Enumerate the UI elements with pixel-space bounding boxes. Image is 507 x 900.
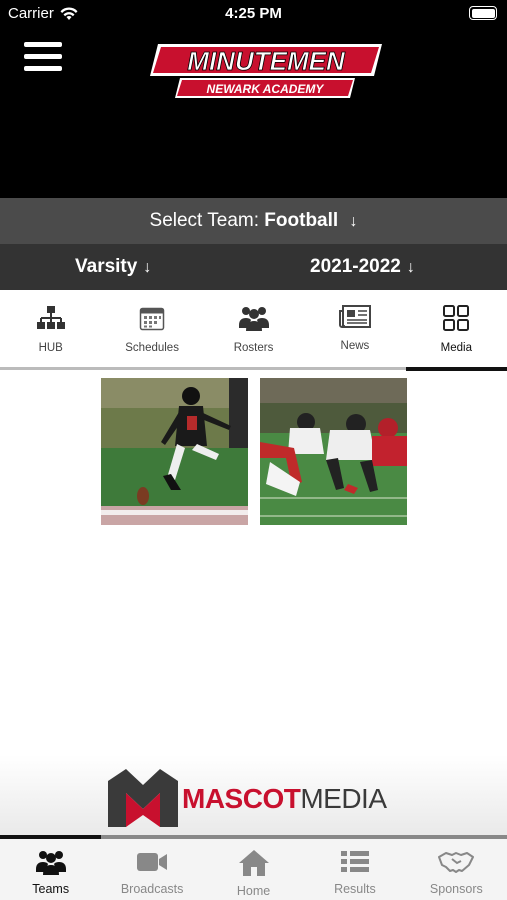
nav-label: Results [334,882,376,896]
team-selector-prefix: Select Team: [149,210,260,231]
nav-results[interactable]: Results [304,839,405,900]
logo-subtitle: NEWARK ACADEMY [207,82,325,96]
arrow-down-icon: ↓ [406,259,415,276]
tab-label: Rosters [233,342,274,354]
people-icon [238,307,269,331]
home-icon [238,850,269,876]
media-photo-kicker[interactable] [101,378,248,525]
nav-label: Broadcasts [120,882,184,896]
battery-icon [469,6,497,20]
tab-label: News [340,340,370,352]
sponsor-name-part1: MASCOT [182,783,301,814]
tab-label: Schedules [125,342,179,354]
calendar-icon [139,307,165,331]
clock: 4:25 PM [225,5,282,22]
video-icon [137,853,168,871]
section-tabs: HUB Schedules Rosters News Media [0,291,507,369]
active-tab-indicator [406,367,507,371]
sponsor-banner[interactable]: MASCOTMEDIA [0,755,507,837]
nav-label: Home [236,884,271,898]
tab-hub[interactable]: HUB [0,291,101,369]
logo-title: MINUTEMEN [187,46,346,76]
team-selector[interactable]: Select Team: Football ↓ [0,198,507,244]
nav-label: Sponsors [429,882,483,896]
tab-label: HUB [38,342,63,354]
tab-label: Media [440,342,472,354]
nav-teams[interactable]: Teams [0,839,101,900]
newspaper-icon [338,305,371,328]
tab-schedules[interactable]: Schedules [101,291,202,369]
people-icon [35,851,66,875]
season-label: 2021-2022 [310,256,401,277]
level-label: Varsity [75,256,138,277]
photo-kicker-image [101,378,248,525]
app-header: Carrier 4:25 PM MINUTEMEN NEWARK ACADEMY [0,0,507,198]
level-dropdown[interactable]: Varsity ↓ [75,256,151,278]
tab-media[interactable]: Media [406,291,507,369]
media-photo-linemen[interactable] [260,378,407,525]
selected-team: Football [264,210,339,231]
status-bar: Carrier 4:25 PM [0,0,507,30]
nav-sponsors[interactable]: Sponsors [406,839,507,900]
nav-home[interactable]: Home [203,839,304,900]
sponsor-name-part2: MEDIA [300,783,387,814]
photo-linemen-image [260,378,407,525]
minutemen-logo: MINUTEMEN NEWARK ACADEMY [150,44,382,98]
nav-label: Teams [32,882,70,896]
mascot-media-logo-icon [108,769,178,827]
tab-rosters[interactable]: Rosters [203,291,304,369]
grid-icon [443,305,470,331]
tab-indicator-track [0,367,507,371]
sponsor-name: MASCOTMEDIA [182,783,387,815]
bottom-navigation: Teams Broadcasts Home Results Sponsors [0,839,507,900]
handshake-icon [438,852,475,873]
nav-broadcasts[interactable]: Broadcasts [101,839,202,900]
tab-news[interactable]: News [304,291,405,369]
hierarchy-icon [36,306,65,329]
list-icon [340,851,369,872]
hamburger-menu-button[interactable] [24,42,62,74]
season-dropdown[interactable]: 2021-2022 ↓ [310,256,415,278]
level-selector-bar: Varsity ↓ 2021-2022 ↓ [0,244,507,290]
arrow-down-icon: ↓ [349,213,358,230]
arrow-down-icon: ↓ [143,259,152,276]
